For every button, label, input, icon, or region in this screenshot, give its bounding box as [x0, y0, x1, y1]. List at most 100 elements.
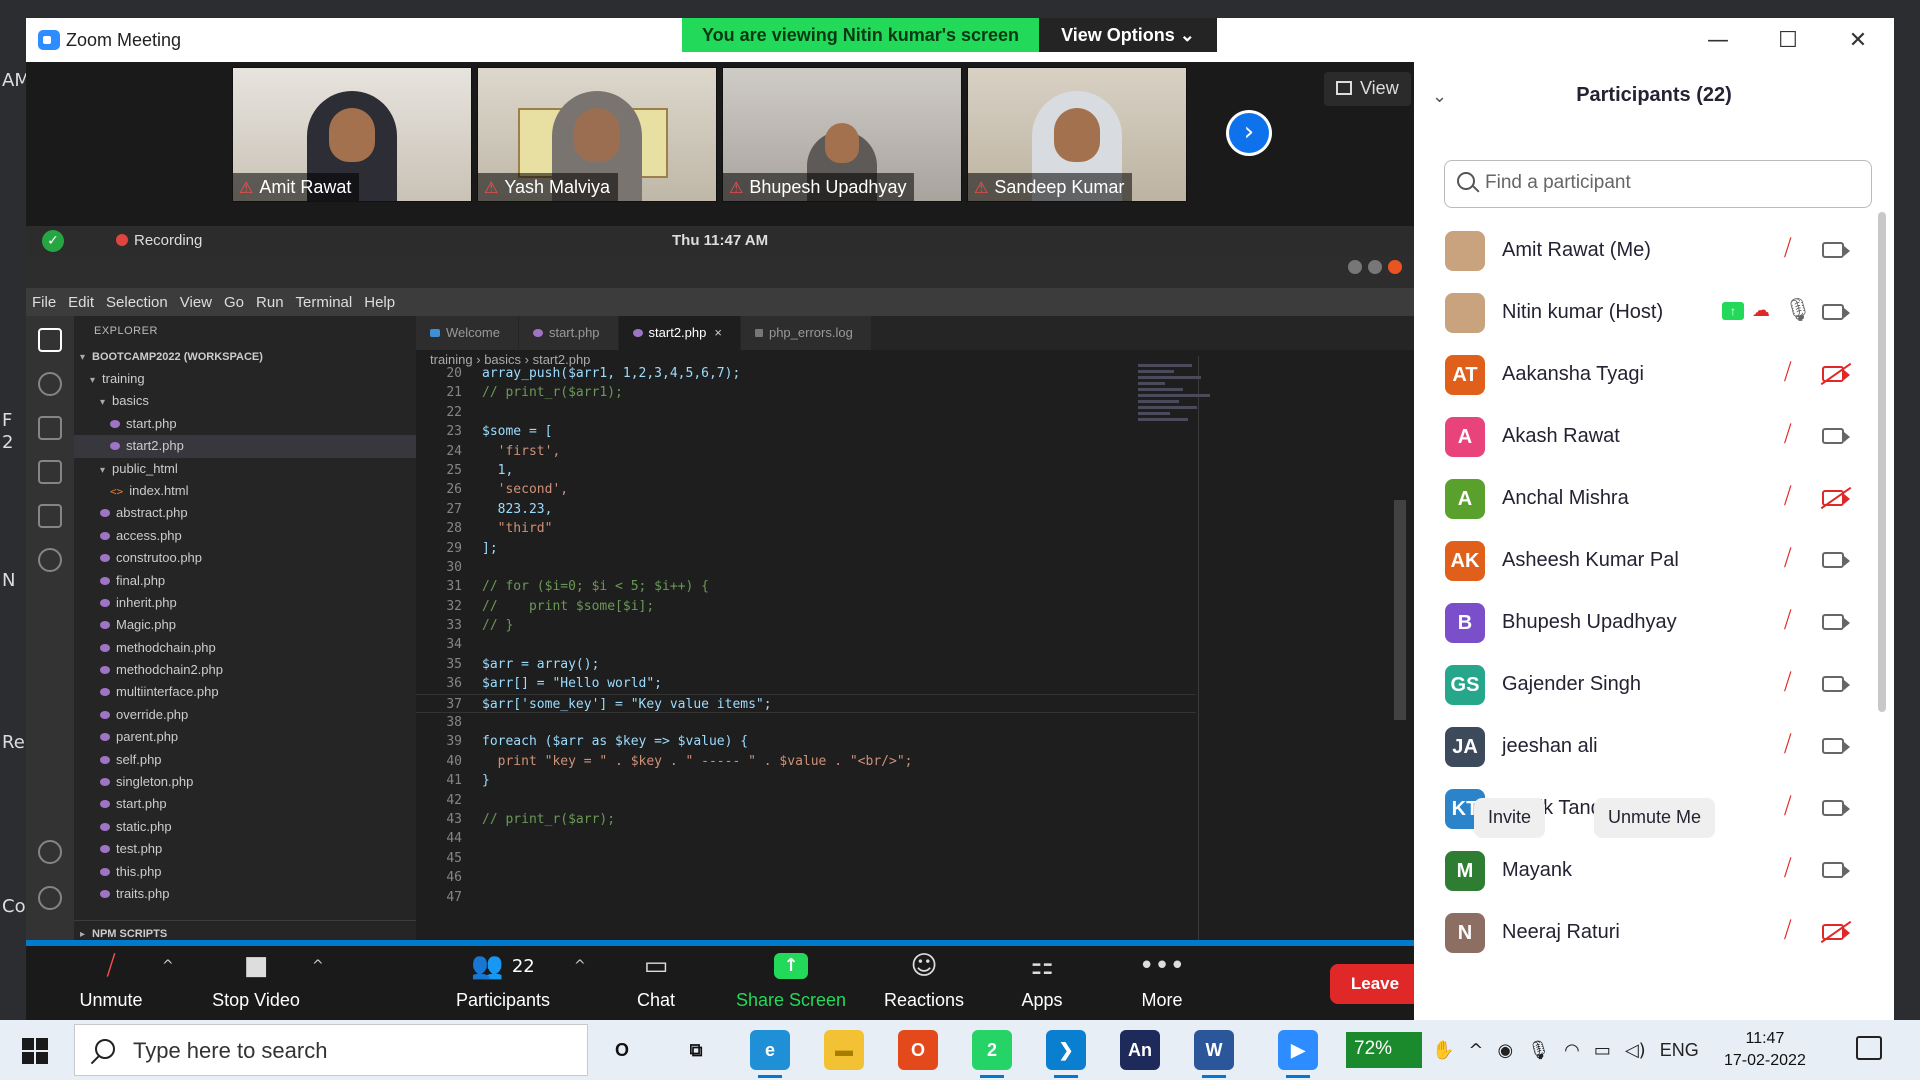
participant-row[interactable]: N Neeraj Raturi ⧸ [1414, 902, 1894, 964]
participant-row[interactable]: JA jeeshan ali ⧸ [1414, 716, 1894, 778]
video-tile[interactable]: ⚠ Sandeep Kumar [967, 67, 1187, 202]
tree-item[interactable]: inherit.php [74, 592, 416, 614]
reactions-button[interactable]: ☺ Reactions [874, 946, 974, 1020]
audio-options-caret[interactable]: ^ [162, 958, 174, 974]
tree-item[interactable]: Magic.php [74, 614, 416, 636]
tree-item[interactable]: multiinterface.php [74, 681, 416, 703]
tree-item[interactable]: ▾ training [74, 368, 416, 390]
zoom-icon[interactable]: ▶ [1278, 1030, 1318, 1078]
unmute-me-button[interactable]: Unmute Me [1594, 798, 1716, 838]
tree-item[interactable]: parent.php [74, 726, 416, 748]
video-tile[interactable]: ⚠ Yash Malviya [477, 67, 717, 202]
maximize-button[interactable]: ☐ [1760, 22, 1816, 58]
tree-item[interactable]: ▾ basics [74, 390, 416, 412]
tree-item[interactable]: this.php [74, 861, 416, 883]
find-participant-input[interactable]: Find a participant [1444, 160, 1872, 208]
minimap[interactable] [1138, 364, 1228, 464]
tree-item[interactable]: self.php [74, 749, 416, 771]
editor-tab[interactable]: start2.php × [618, 316, 741, 350]
close-tab-icon[interactable]: × [714, 325, 722, 340]
tree-item[interactable]: override.php [74, 704, 416, 726]
menu-selection[interactable]: Selection [106, 294, 168, 311]
notification-center-icon[interactable] [1856, 1036, 1882, 1060]
edge-icon[interactable]: e [750, 1030, 790, 1078]
taskbar-clock[interactable]: 11:47 17-02-2022 [1724, 1028, 1806, 1072]
battery-percentage[interactable]: 72% [1346, 1032, 1422, 1068]
taskbar-search-input[interactable]: Type here to search [74, 1024, 588, 1076]
remote-icon[interactable] [38, 548, 62, 572]
tree-item[interactable]: start2.php [74, 435, 416, 458]
hand-icon[interactable]: ✋ [1432, 1040, 1454, 1061]
menu-file[interactable]: File [32, 294, 56, 311]
participant-list-scrollbar[interactable] [1878, 212, 1886, 712]
battery-icon[interactable]: ▭ [1594, 1040, 1611, 1061]
cortana-icon[interactable]: O [602, 1030, 642, 1070]
tree-item[interactable]: access.php [74, 525, 416, 547]
menu-edit[interactable]: Edit [68, 294, 94, 311]
tree-item[interactable]: methodchain2.php [74, 659, 416, 681]
participant-row[interactable]: A Akash Rawat ⧸ [1414, 406, 1894, 468]
more-button[interactable]: ••• More [1122, 946, 1202, 1020]
tree-item[interactable]: traits.php [74, 883, 416, 905]
participant-row[interactable]: Amit Rawat (Me) ⧸ [1414, 220, 1894, 282]
wifi-icon[interactable]: ◠ [1564, 1040, 1580, 1061]
view-button[interactable]: View [1324, 72, 1411, 106]
tree-item[interactable]: abstract.php [74, 502, 416, 524]
menu-go[interactable]: Go [224, 294, 244, 311]
editor-tab[interactable]: start.php [518, 316, 619, 350]
view-options-button[interactable]: View Options ⌄ [1039, 18, 1217, 52]
tree-item[interactable]: singleton.php [74, 771, 416, 793]
editor-tab[interactable]: php_errors.log [740, 316, 872, 350]
tree-item[interactable]: start.php [74, 793, 416, 815]
vscode-icon[interactable]: ❯ [1046, 1030, 1086, 1078]
participant-row[interactable]: AK Asheesh Kumar Pal ⧸ [1414, 530, 1894, 592]
participant-row[interactable]: M Mayank ⧸ [1414, 840, 1894, 902]
minimize-button[interactable]: — [1690, 22, 1746, 58]
menu-view[interactable]: View [180, 294, 212, 311]
tree-item[interactable]: <> index.html [74, 480, 416, 502]
leave-button[interactable]: Leave [1330, 964, 1420, 1004]
next-page-button[interactable]: › [1226, 110, 1272, 156]
participant-row[interactable]: AT Aakansha Tyagi ⧸ [1414, 344, 1894, 406]
speaker-icon[interactable]: ◁) [1625, 1040, 1646, 1061]
run-debug-icon[interactable] [38, 460, 62, 484]
menu-run[interactable]: Run [256, 294, 284, 311]
task-view-icon[interactable]: ⧉ [676, 1030, 716, 1070]
workspace-header[interactable]: ▾ BOOTCAMP2022 (WORKSPACE) [74, 346, 416, 368]
camera-icon[interactable]: ◉ [1498, 1040, 1514, 1061]
chevron-up-icon[interactable]: ^ [1468, 1040, 1483, 1061]
tree-item[interactable]: methodchain.php [74, 637, 416, 659]
participant-row[interactable]: GS Gajender Singh ⧸ [1414, 654, 1894, 716]
chat-button[interactable]: ▭ Chat [616, 946, 696, 1020]
participant-row[interactable]: Nitin kumar (Host) ↑ ☁ 🎙 [1414, 282, 1894, 344]
source-control-icon[interactable] [38, 416, 62, 440]
apps-button[interactable]: ⚏ Apps [1002, 946, 1082, 1020]
tree-item[interactable]: static.php [74, 816, 416, 838]
tree-item[interactable]: final.php [74, 570, 416, 592]
share-screen-button[interactable]: ↑ Share Screen [726, 946, 856, 1020]
menu-help[interactable]: Help [364, 294, 395, 311]
video-options-caret[interactable]: ^ [312, 958, 324, 974]
tree-item[interactable]: ▾ public_html [74, 458, 416, 480]
microphone-icon[interactable]: 🎙 [1527, 1040, 1550, 1061]
tree-item[interactable]: start.php [74, 413, 416, 435]
tree-item[interactable]: construtoo.php [74, 547, 416, 569]
close-button[interactable]: ✕ [1830, 22, 1886, 58]
menu-terminal[interactable]: Terminal [296, 294, 353, 311]
unmute-button[interactable]: ⧸ Unmute [56, 946, 166, 1020]
code-lines[interactable]: 20 array_push($arr1, 1,2,3,4,5,6,7); 21// … [416, 364, 1196, 907]
participants-button[interactable]: 👥 22 Participants [438, 946, 568, 1020]
office-icon[interactable]: O [898, 1030, 938, 1070]
video-tile[interactable]: ⚠ Bhupesh Upadhyay [722, 67, 962, 202]
editor-tab[interactable]: Welcome [416, 316, 519, 350]
participant-row[interactable]: A Anchal Mishra ⧸ [1414, 468, 1894, 530]
windows-start-button[interactable] [22, 1038, 48, 1064]
settings-gear-icon[interactable] [38, 886, 62, 910]
tree-item[interactable]: test.php [74, 838, 416, 860]
invite-button[interactable]: Invite [1474, 798, 1546, 838]
language-indicator[interactable]: ENG [1660, 1040, 1699, 1061]
editor-scrollbar[interactable] [1394, 500, 1406, 720]
account-icon[interactable] [38, 840, 62, 864]
participants-options-caret[interactable]: ^ [574, 958, 586, 974]
explorer-icon[interactable] [38, 328, 62, 352]
